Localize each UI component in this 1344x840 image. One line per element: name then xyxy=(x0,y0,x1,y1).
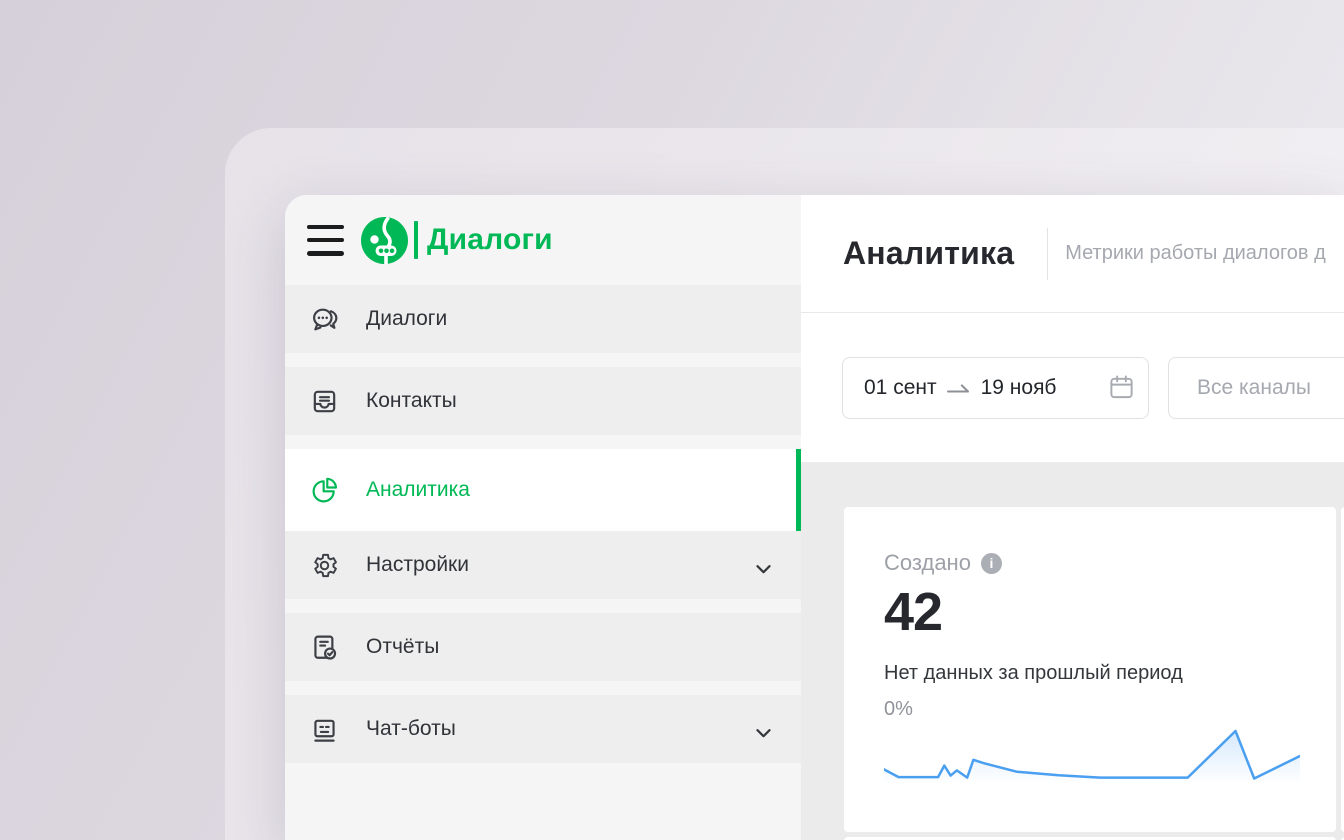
contact-card-icon xyxy=(310,387,339,416)
metric-card-created: Создано i 42 Нет данных за прошлый перио… xyxy=(844,507,1336,832)
sidebar-nav: Диалоги Контакты xyxy=(285,285,801,777)
arrow-right-icon xyxy=(946,381,972,395)
metric-value: 42 xyxy=(884,584,1336,641)
sidebar-item-settings[interactable]: Настройки xyxy=(285,531,801,613)
date-range-picker[interactable]: 01 сент 19 нояб xyxy=(842,357,1149,419)
sidebar-item-dialogs[interactable]: Диалоги xyxy=(285,285,801,367)
chat-bubbles-icon xyxy=(310,305,339,334)
logo-separator xyxy=(414,221,418,259)
sidebar-item-label: Диалоги xyxy=(366,307,447,331)
sidebar-item-chatbots[interactable]: Чат-боты xyxy=(285,695,801,777)
robot-icon xyxy=(310,715,339,744)
filter-bar: 01 сент 19 нояб Все каналы xyxy=(801,313,1344,462)
sidebar-item-label: Отчёты xyxy=(366,635,439,659)
pie-chart-icon xyxy=(310,476,339,505)
sidebar: Диалоги Диалоги xyxy=(285,195,801,840)
sidebar-item-label: Аналитика xyxy=(366,478,470,502)
header-divider xyxy=(1047,228,1048,280)
channels-select[interactable]: Все каналы xyxy=(1168,357,1344,419)
sidebar-item-analytics[interactable]: Аналитика xyxy=(285,449,801,531)
report-check-icon xyxy=(310,633,339,662)
main-area: Аналитика Метрики работы диалогов д 01 с… xyxy=(801,195,1344,840)
chevron-down-icon xyxy=(756,561,771,570)
brand-logo: Диалоги xyxy=(361,217,553,264)
content-area: Создано i 42 Нет данных за прошлый перио… xyxy=(801,462,1344,840)
app-window: Диалоги Диалоги xyxy=(285,195,1344,840)
page-subtitle: Метрики работы диалогов д xyxy=(1065,242,1326,265)
sidebar-item-label: Настройки xyxy=(366,553,469,577)
page-header: Аналитика Метрики работы диалогов д xyxy=(801,195,1344,313)
hamburger-menu-icon[interactable] xyxy=(307,225,344,256)
product-name: Диалоги xyxy=(427,223,553,257)
date-range-end: 19 нояб xyxy=(981,376,1057,400)
sidebar-item-label: Контакты xyxy=(366,389,457,413)
sidebar-item-contacts[interactable]: Контакты xyxy=(285,367,801,449)
date-range-start: 01 сент xyxy=(864,376,937,400)
chevron-down-icon xyxy=(756,725,771,734)
metric-label: Создано xyxy=(884,550,971,576)
sidebar-item-reports[interactable]: Отчёты xyxy=(285,613,801,695)
page-title: Аналитика xyxy=(843,235,1014,272)
gear-icon xyxy=(310,551,339,580)
sidebar-item-label: Чат-боты xyxy=(366,717,456,741)
channels-select-value: Все каналы xyxy=(1197,376,1311,400)
info-icon[interactable]: i xyxy=(981,553,1002,574)
created-sparkline xyxy=(884,726,1300,790)
metric-change-percent: 0% xyxy=(884,698,1336,721)
metric-note: Нет данных за прошлый период xyxy=(884,662,1336,685)
sidebar-header: Диалоги xyxy=(285,195,801,285)
megafon-logo-icon xyxy=(361,217,408,264)
calendar-icon xyxy=(1108,374,1135,401)
